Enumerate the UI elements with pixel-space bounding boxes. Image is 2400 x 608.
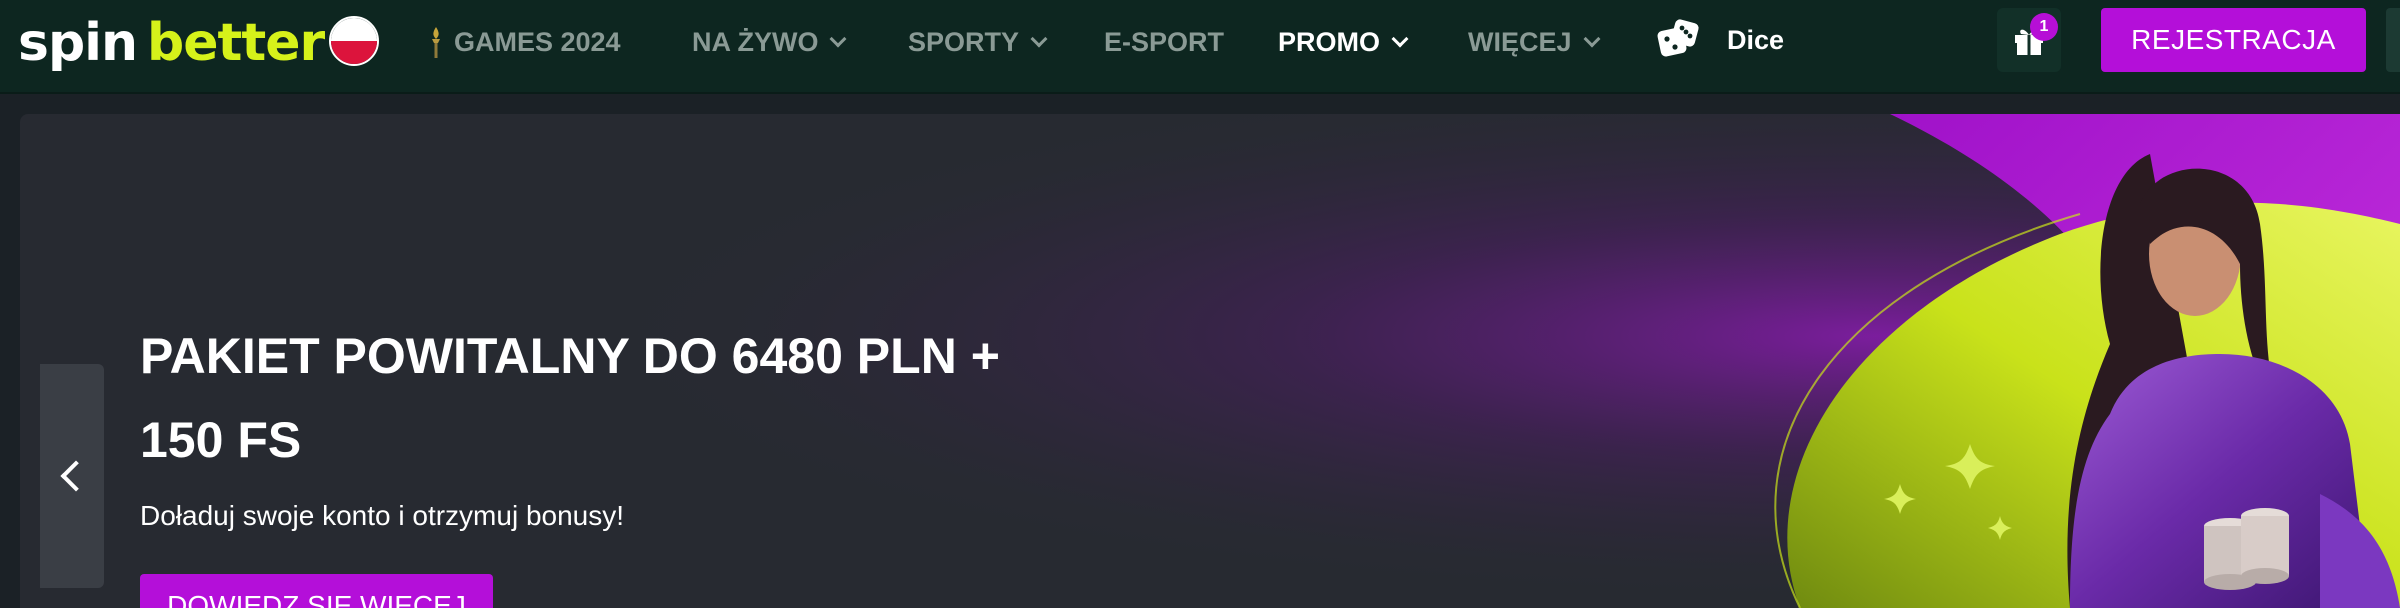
logo-spin: spin (18, 13, 138, 73)
gift-button[interactable]: 1 (1997, 8, 2061, 72)
nav-promo[interactable]: PROMO (1278, 22, 1409, 62)
chevron-down-icon (1391, 30, 1409, 48)
poland-flag-icon[interactable] (329, 16, 379, 66)
site-logo[interactable]: spin better (18, 8, 325, 78)
chevron-down-icon (829, 30, 847, 48)
register-button[interactable]: REJESTRACJA (2101, 8, 2366, 72)
nav-label: SPORTY (908, 26, 1020, 57)
banner-subtitle: Doładuj swoje konto i otrzymuj bonusy! (140, 500, 625, 531)
torch-icon (432, 27, 440, 58)
nav-label: WIĘCEJ (1468, 26, 1572, 57)
dice-icon (1657, 19, 1699, 57)
nav-label: NA ŻYWO (692, 26, 819, 57)
gift-count-badge: 1 (2030, 13, 2058, 41)
chevron-down-icon (1583, 30, 1601, 48)
nav-wiecej[interactable]: WIĘCEJ (1468, 22, 1601, 62)
nav-label: PROMO (1278, 26, 1381, 57)
banner-title-line1: PAKIET POWITALNY DO 6480 PLN + (140, 328, 1000, 384)
nav-e-sport[interactable]: E-SPORT (1104, 22, 1224, 62)
nav-sporty[interactable]: SPORTY (908, 22, 1048, 62)
banner-title-line2: 150 FS (140, 412, 302, 468)
chevron-down-icon (1030, 30, 1048, 48)
promo-banner: PAKIET POWITALNY DO 6480 PLN + 150 FS Do… (20, 114, 2400, 608)
banner-prev-button[interactable] (40, 364, 104, 588)
nav-label: Dice (1727, 24, 1785, 55)
chevron-left-icon (60, 460, 92, 492)
learn-more-button[interactable]: DOWIEDZ SIĘ WIĘCEJ (140, 574, 493, 608)
top-header: spin better GAMES 2024 NA ŻYWO SPORTY E-… (0, 0, 2400, 94)
nav-label: E-SPORT (1104, 26, 1225, 57)
nav-games-2024[interactable]: GAMES 2024 (428, 22, 621, 62)
banner-title: PAKIET POWITALNY DO 6480 PLN + 150 FS (140, 314, 1040, 482)
nav-na-zywo[interactable]: NA ŻYWO (692, 22, 847, 62)
header-edge-button[interactable] (2386, 8, 2400, 72)
nav-dice[interactable]: Dice (1655, 10, 1784, 70)
nav-label: GAMES 2024 (454, 26, 621, 57)
logo-better: better (147, 13, 325, 73)
